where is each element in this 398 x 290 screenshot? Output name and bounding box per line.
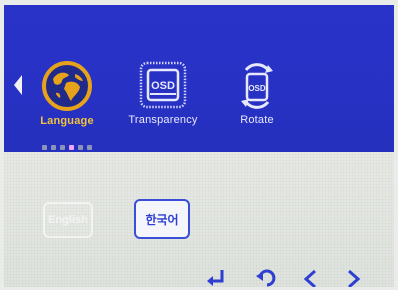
- osd-menu-panel: Language OSD Transparency OSD Rotate: [4, 5, 394, 152]
- menu-item-transparency[interactable]: OSD Transparency: [118, 60, 208, 126]
- rotate-icon-text: OSD: [248, 84, 266, 93]
- menu-item-language[interactable]: Language: [22, 61, 112, 127]
- menu-item-label: Rotate: [240, 114, 274, 126]
- page-indicator: [42, 145, 92, 150]
- osd-icon-text: OSD: [151, 80, 175, 92]
- language-option-label: 한국어: [145, 212, 179, 227]
- language-option-label: English: [48, 214, 88, 226]
- osd-rotate-icon: OSD: [232, 60, 282, 110]
- language-option-korean[interactable]: 한국어: [134, 199, 190, 239]
- language-option-english[interactable]: English: [43, 202, 93, 238]
- page-dot: [87, 145, 92, 150]
- right-arrow-icon[interactable]: [340, 267, 366, 287]
- menu-item-label: Language: [40, 115, 94, 127]
- return-icon[interactable]: [253, 267, 279, 287]
- page-dot: [51, 145, 56, 150]
- page-dot: [60, 145, 65, 150]
- osd-transparency-icon: OSD: [138, 60, 188, 110]
- menu-item-rotate[interactable]: OSD Rotate: [212, 60, 302, 126]
- monitor-screen: Language OSD Transparency OSD Rotate Eng…: [4, 5, 394, 287]
- left-arrow-icon[interactable]: [298, 267, 324, 287]
- page-dot: [78, 145, 83, 150]
- globe-icon: [42, 61, 92, 111]
- page-dot: [42, 145, 47, 150]
- enter-icon[interactable]: [203, 267, 229, 287]
- menu-item-label: Transparency: [128, 114, 198, 126]
- page-dot-active: [69, 145, 74, 150]
- previous-menu-arrow-icon[interactable]: [14, 75, 22, 95]
